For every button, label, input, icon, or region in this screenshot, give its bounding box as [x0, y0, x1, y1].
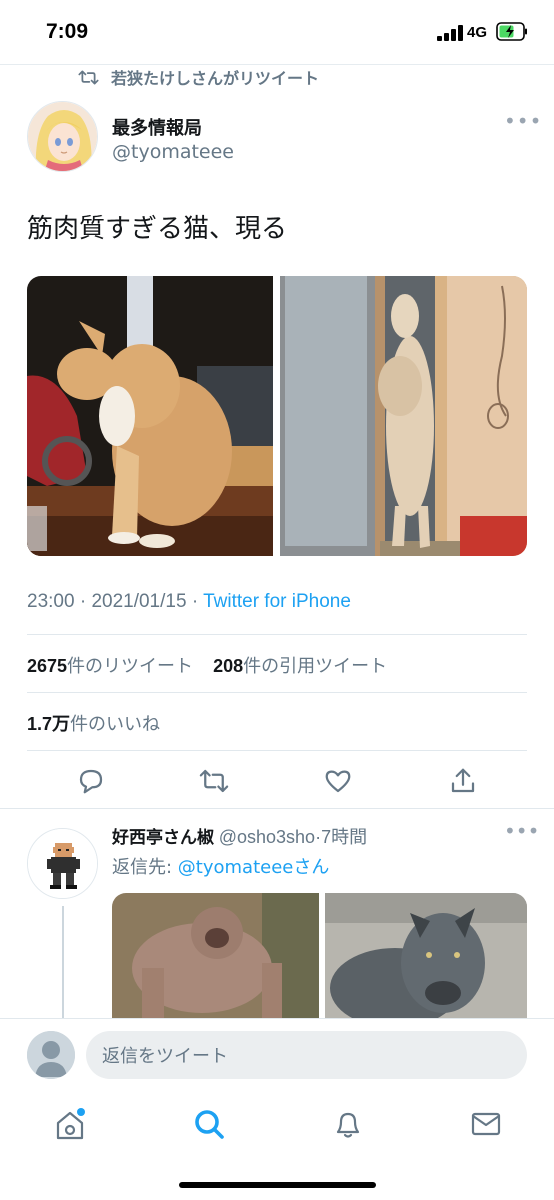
home-indicator[interactable]	[179, 1182, 376, 1188]
retweet-context[interactable]: 若狭たけしさんがリツイート	[78, 66, 319, 88]
retweets-count: 2675	[27, 656, 68, 676]
status-time: 7:09	[46, 20, 89, 43]
tweet-stats: 2675件のリツイート 208件の引用ツイート	[27, 652, 387, 678]
reply-author-handle[interactable]: @osho3sho	[219, 827, 315, 847]
reply-to-mention[interactable]: @tyomateee	[178, 857, 294, 878]
messages-icon[interactable]	[466, 1104, 506, 1144]
retweet-icon[interactable]	[199, 766, 229, 796]
reply-to-line: 返信先: @tyomateeeさん	[112, 853, 329, 879]
reply-icon[interactable]	[76, 766, 106, 796]
reply-photo-2[interactable]	[325, 893, 527, 1019]
pixel-character-avatar-image	[28, 829, 97, 898]
retweets-label: 件のリツイート	[67, 656, 194, 676]
tweet-text: 筋肉質すぎる猫、現る	[27, 214, 288, 244]
compose-bar: 返信をツイート	[0, 1018, 554, 1092]
dot-separator: ·	[79, 591, 87, 612]
divider	[27, 750, 527, 751]
retweet-context-text: 若狭たけしさんがリツイート	[111, 69, 320, 88]
tweet-timestamp: 23:00 · 2021/01/15 · Twitter for iPhone	[27, 591, 351, 613]
retweet-icon	[78, 70, 99, 84]
share-icon[interactable]	[448, 766, 478, 796]
thread-line	[62, 906, 64, 1018]
notifications-icon[interactable]	[328, 1104, 368, 1144]
divider	[27, 634, 527, 635]
tweet-client-link[interactable]: Twitter for iPhone	[203, 591, 351, 612]
likes-label: 件のいいね	[70, 714, 161, 734]
likes-stat[interactable]: 1.7万件のいいね	[27, 710, 160, 736]
status-bar: 7:09 4G	[0, 0, 554, 64]
tweet-photo-1[interactable]	[27, 276, 273, 556]
divider	[27, 692, 527, 693]
author-avatar[interactable]	[27, 101, 98, 172]
tweet-date: 2021/01/15	[91, 591, 187, 612]
reply-input[interactable]: 返信をツイート	[86, 1031, 527, 1079]
retweets-stat[interactable]: 2675件のリツイート	[27, 656, 193, 676]
quotes-label: 件の引用ツイート	[243, 656, 388, 676]
tweet-media	[27, 276, 527, 556]
reply-header: 好西亭さん椒 @osho3sho·7時間	[112, 823, 367, 849]
signal-icon	[437, 25, 463, 41]
default-avatar-icon	[27, 1031, 75, 1079]
tweet-photo-2[interactable]	[280, 276, 527, 556]
reply-media	[112, 893, 527, 1019]
user-avatar[interactable]	[27, 1031, 75, 1079]
divider	[0, 808, 554, 809]
tweet-time: 23:00	[27, 591, 75, 612]
more-options-icon[interactable]: •••	[504, 821, 539, 841]
search-icon[interactable]	[189, 1104, 229, 1144]
reply-to-prefix: 返信先:	[112, 857, 178, 878]
quotes-stat[interactable]: 208件の引用ツイート	[213, 656, 387, 676]
network-label: 4G	[467, 24, 488, 41]
dot-separator: ·	[191, 591, 199, 612]
home-icon[interactable]	[50, 1104, 90, 1144]
author-handle[interactable]: @tyomateee	[112, 141, 234, 163]
author-name[interactable]: 最多情報局	[112, 114, 202, 140]
likes-count: 1.7万	[27, 714, 71, 734]
reply-to-suffix: さん	[293, 857, 330, 878]
reply-author-avatar[interactable]	[27, 828, 98, 899]
tweet-actions	[0, 760, 554, 804]
anime-girl-avatar-image	[28, 102, 97, 171]
quotes-count: 208	[213, 656, 244, 676]
like-icon[interactable]	[323, 766, 353, 796]
more-options-icon[interactable]: •••	[504, 111, 541, 132]
battery-icon	[496, 22, 527, 41]
reply-author-name[interactable]: 好西亭さん椒	[112, 828, 214, 847]
reply-photo-1[interactable]	[112, 893, 319, 1019]
reply-time: 7時間	[321, 827, 368, 847]
